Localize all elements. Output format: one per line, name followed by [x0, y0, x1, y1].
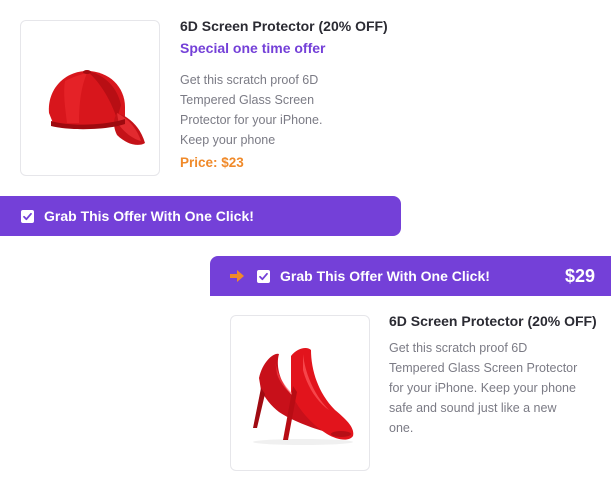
red-cap-illustration: [48, 70, 145, 145]
offer-1-title: 6D Screen Protector (20% OFF): [180, 18, 388, 34]
offer-1-description: Get this scratch proof 6D Tempered Glass…: [180, 73, 323, 147]
red-heels-illustration: [253, 348, 354, 445]
offer-2-description: Get this scratch proof 6D Tempered Glass…: [389, 341, 578, 435]
check-icon: [259, 272, 268, 281]
offer-1-subtitle: Special one time offer: [180, 40, 326, 56]
product-image-cap: [20, 20, 160, 176]
offer-2-price: $29: [564, 266, 595, 286]
offer-1-grab-bar[interactable]: Grab This Offer With One Click!: [0, 196, 401, 236]
offer-2-checkbox[interactable]: [257, 270, 270, 283]
offer-1-checkbox[interactable]: [21, 210, 34, 223]
offer-2-title: 6D Screen Protector (20% OFF): [389, 313, 597, 329]
product-image-heels: [230, 315, 370, 471]
offer-1-price: Price: $23: [180, 155, 244, 170]
offer-2-grab-bar[interactable]: Grab This Offer With One Click! $29: [210, 256, 611, 296]
offer-1-checkbox-label[interactable]: Grab This Offer With One Click!: [44, 208, 254, 224]
check-icon: [23, 212, 32, 221]
offer-2-checkbox-label[interactable]: Grab This Offer With One Click!: [280, 268, 490, 284]
arrow-right-icon: [229, 269, 245, 288]
